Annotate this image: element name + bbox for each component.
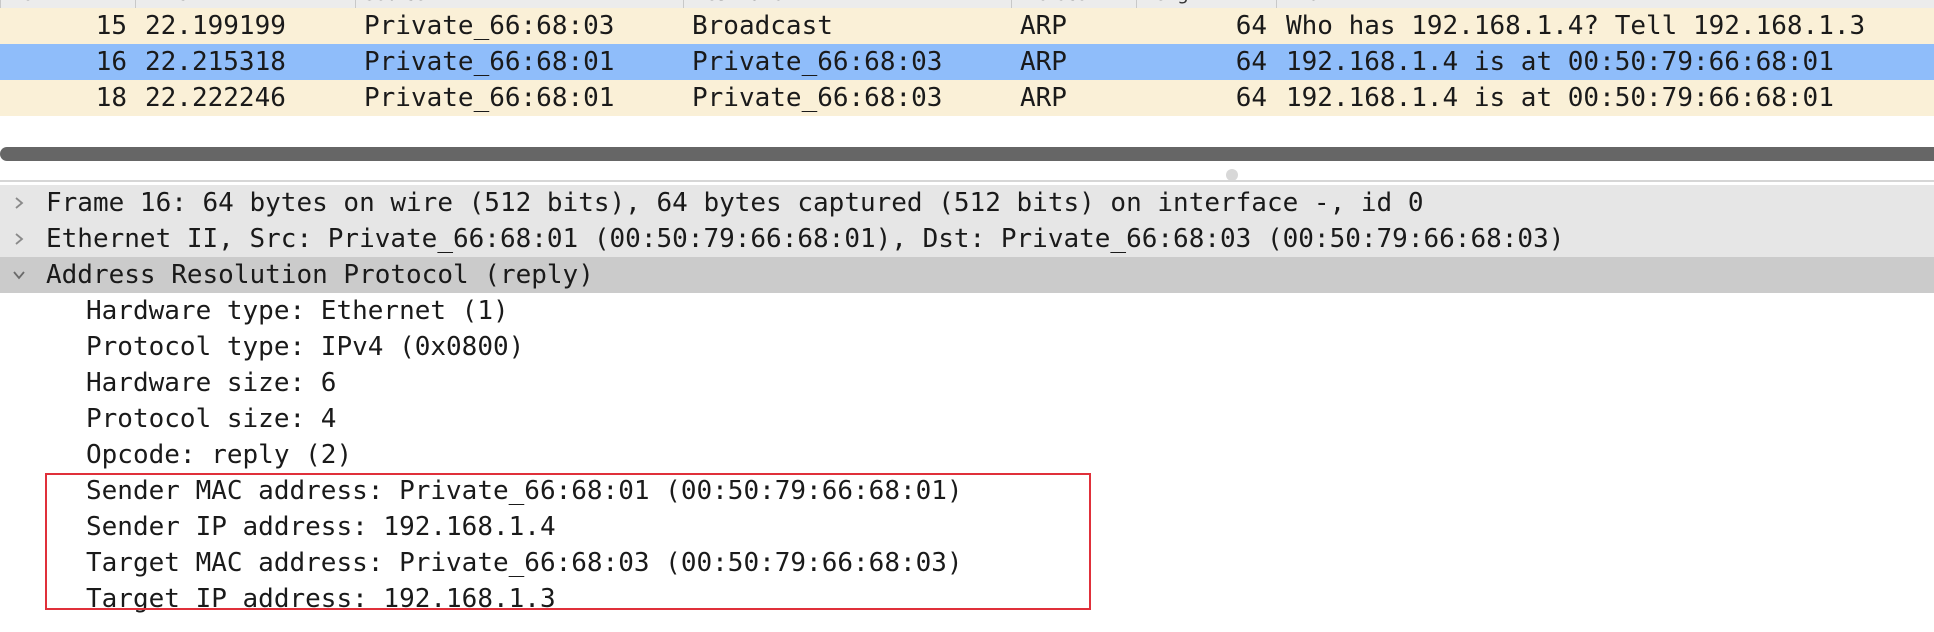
packet-row[interactable]: 15 22.199199 Private_66:68:03 Broadcast … bbox=[0, 8, 1934, 44]
tree-item-hardware-type[interactable]: Hardware type: Ethernet (1) bbox=[0, 293, 1934, 329]
packet-length: 64 bbox=[1235, 83, 1267, 113]
tree-item-protocol-size[interactable]: Protocol size: 4 bbox=[0, 401, 1934, 437]
chevron-right-icon[interactable] bbox=[10, 185, 30, 221]
tree-item-label: Hardware type: Ethernet (1) bbox=[86, 296, 509, 326]
tree-item-target-ip[interactable]: Target IP address: 192.168.1.3 bbox=[0, 581, 1934, 617]
packet-row[interactable]: 18 22.222246 Private_66:68:01 Private_66… bbox=[0, 80, 1934, 116]
tree-item-label: Hardware size: 6 bbox=[86, 368, 337, 398]
packet-info: Who has 192.168.1.4? Tell 192.168.1.3 bbox=[1286, 11, 1866, 41]
chevron-down-icon[interactable] bbox=[10, 257, 30, 293]
packet-info: 192.168.1.4 is at 00:50:79:66:68:01 bbox=[1286, 83, 1834, 113]
tree-item-sender-mac[interactable]: Sender MAC address: Private_66:68:01 (00… bbox=[0, 473, 1934, 509]
tree-item-label: Target IP address: 192.168.1.3 bbox=[86, 584, 556, 614]
packet-row-selected[interactable]: 16 22.215318 Private_66:68:01 Private_66… bbox=[0, 44, 1934, 80]
tree-item-label: Address Resolution Protocol (reply) bbox=[46, 260, 594, 290]
packet-length: 64 bbox=[1235, 47, 1267, 77]
tree-item-target-mac[interactable]: Target MAC address: Private_66:68:03 (00… bbox=[0, 545, 1934, 581]
packet-details-tree: Frame 16: 64 bytes on wire (512 bits), 6… bbox=[0, 185, 1934, 632]
tree-item-label: Protocol size: 4 bbox=[86, 404, 337, 434]
chevron-right-icon[interactable] bbox=[10, 221, 30, 257]
tree-item-label: Opcode: reply (2) bbox=[86, 440, 353, 470]
packet-length: 64 bbox=[1235, 11, 1267, 41]
tree-item-label: Sender IP address: 192.168.1.4 bbox=[86, 512, 556, 542]
tree-item-label: Sender MAC address: Private_66:68:01 (00… bbox=[86, 476, 963, 506]
tree-item-protocol-type[interactable]: Protocol type: IPv4 (0x0800) bbox=[0, 329, 1934, 365]
tree-item-label: Protocol type: IPv4 (0x0800) bbox=[86, 332, 525, 362]
tree-item-frame[interactable]: Frame 16: 64 bytes on wire (512 bits), 6… bbox=[0, 185, 1934, 221]
tree-item-hardware-size[interactable]: Hardware size: 6 bbox=[0, 365, 1934, 401]
packet-info: 192.168.1.4 is at 00:50:79:66:68:01 bbox=[1286, 47, 1834, 77]
tree-item-sender-ip[interactable]: Sender IP address: 192.168.1.4 bbox=[0, 509, 1934, 545]
tree-item-arp[interactable]: Address Resolution Protocol (reply) bbox=[0, 257, 1934, 293]
pane-splitter[interactable] bbox=[0, 180, 1934, 182]
tree-item-label: Target MAC address: Private_66:68:03 (00… bbox=[86, 548, 963, 578]
tree-item-ethernet[interactable]: Ethernet II, Src: Private_66:68:01 (00:5… bbox=[0, 221, 1934, 257]
packet-list: No. Time Source Destination Protocol Len… bbox=[0, 0, 1934, 118]
tree-item-opcode[interactable]: Opcode: reply (2) bbox=[0, 437, 1934, 473]
tree-item-label: Ethernet II, Src: Private_66:68:01 (00:5… bbox=[46, 224, 1565, 254]
tree-item-label: Frame 16: 64 bytes on wire (512 bits), 6… bbox=[46, 188, 1424, 218]
horizontal-scrollbar[interactable] bbox=[0, 147, 1934, 161]
